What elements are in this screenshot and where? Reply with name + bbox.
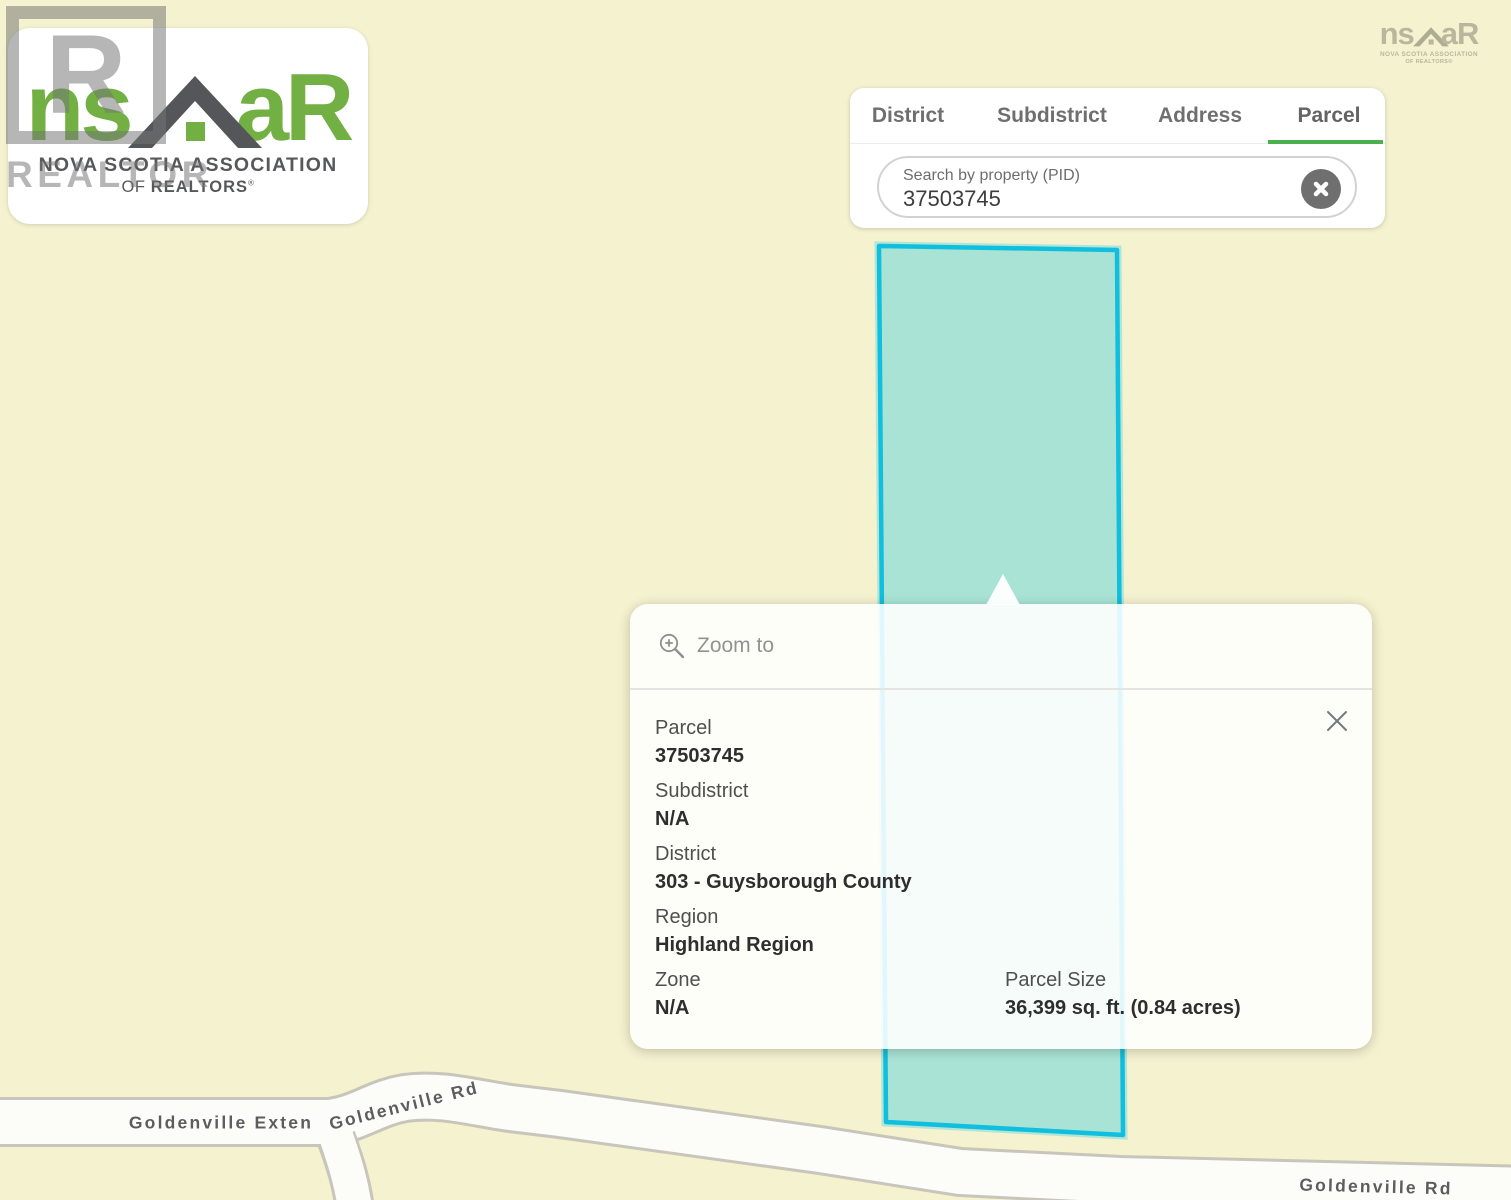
field-parcel-size-label: Parcel Size [1005,969,1241,992]
field-subdistrict-value: N/A [655,808,748,831]
road-branch [336,1136,356,1200]
nsar-logo-ns-text: ns [26,66,130,150]
nsar-name-line1: NOVA SCOTIA ASSOCIATION [39,154,338,177]
road-label-goldenville-rd-2: Goldenville Rd [1299,1174,1453,1199]
close-x-icon [1324,708,1350,734]
field-region-value: Highland Region [655,934,814,957]
road-goldenville [0,1097,1511,1190]
road-label-goldenville-exten: Goldenville Exten [129,1113,313,1134]
field-zone: Zone N/A [655,969,701,1020]
tab-subdistrict[interactable]: Subdistrict [997,104,1107,128]
field-district-label: District [655,843,912,866]
tab-district[interactable]: District [872,104,944,128]
nsar-realtors-text: REALTORS [151,178,248,196]
popup-divider [630,688,1372,690]
field-district: District 303 - Guysborough County [655,843,912,894]
pid-search-input[interactable] [903,186,1233,212]
search-panel: District Subdistrict Address Parcel Sear… [850,88,1385,228]
nsar-roof-icon [120,66,270,152]
field-parcel-size: Parcel Size 36,399 sq. ft. (0.84 acres) [1005,969,1241,1020]
field-parcel: Parcel 37503745 [655,717,744,768]
active-tab-underline [1268,140,1383,144]
tab-address[interactable]: Address [1158,104,1242,128]
registered-mark: ® [248,179,255,188]
zoom-in-magnifier-icon [658,632,686,660]
field-parcel-label: Parcel [655,717,744,740]
field-zone-label: Zone [655,969,701,992]
field-parcel-size-value: 36,399 sq. ft. (0.84 acres) [1005,997,1241,1020]
clear-search-button[interactable] [1301,169,1341,209]
field-subdistrict: Subdistrict N/A [655,780,748,831]
nsar-name-line2: OF REALTORS® [121,178,254,197]
pid-search-label: Search by property (PID) [903,167,1080,185]
nsar-logo: ns aR [26,38,351,150]
field-region: Region Highland Region [655,906,814,957]
tab-parcel[interactable]: Parcel [1297,104,1360,128]
pid-search-field[interactable]: Search by property (PID) [877,156,1357,218]
clear-x-icon [1311,179,1331,199]
nsar-of-text: OF [121,178,150,196]
zoom-to-label: Zoom to [697,634,774,658]
parcel-info-popup: Zoom to Parcel 37503745 Subdistrict N/A … [630,604,1372,1049]
nsar-logo-card: ns aR NOVA SCOTIA ASSOCIATION OF REALTOR… [8,28,368,224]
zoom-to-button[interactable]: Zoom to [630,604,1372,688]
field-parcel-value: 37503745 [655,745,744,768]
field-subdistrict-label: Subdistrict [655,780,748,803]
field-zone-value: N/A [655,997,701,1020]
popup-close-button[interactable] [1324,708,1350,734]
field-district-value: 303 - Guysborough County [655,871,912,894]
field-region-label: Region [655,906,814,929]
